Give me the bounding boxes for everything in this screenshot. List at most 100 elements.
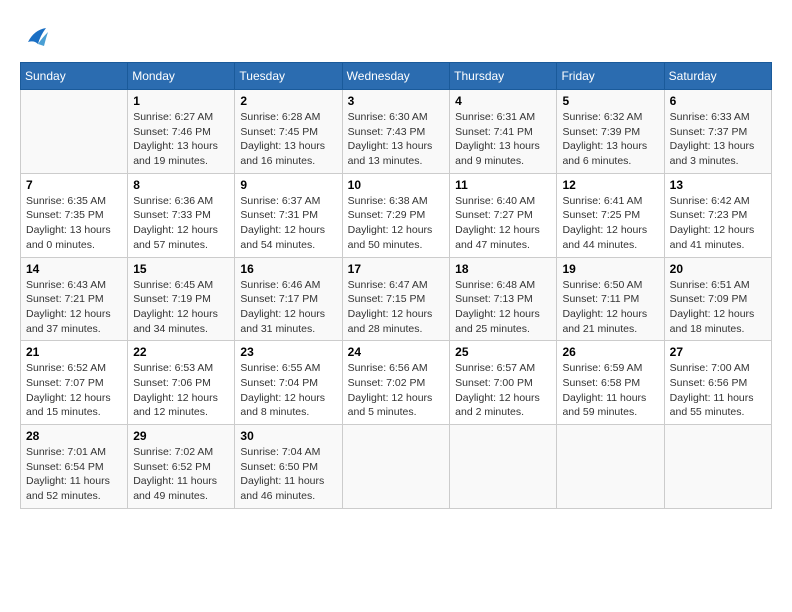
calendar-cell: 10 Sunrise: 6:38 AM Sunset: 7:29 PM Dayli… <box>342 173 449 257</box>
calendar-cell: 9 Sunrise: 6:37 AM Sunset: 7:31 PM Daylig… <box>235 173 342 257</box>
calendar-week-5: 28 Sunrise: 7:01 AM Sunset: 6:54 PM Dayli… <box>21 425 772 509</box>
calendar-cell: 12 Sunrise: 6:41 AM Sunset: 7:25 PM Dayli… <box>557 173 664 257</box>
column-header-wednesday: Wednesday <box>342 63 449 90</box>
day-number: 26 <box>562 345 658 359</box>
day-number: 21 <box>26 345 122 359</box>
day-number: 16 <box>240 262 336 276</box>
day-number: 23 <box>240 345 336 359</box>
day-number: 4 <box>455 94 551 108</box>
day-number: 13 <box>670 178 766 192</box>
day-info: Sunrise: 6:27 AM Sunset: 7:46 PM Dayligh… <box>133 110 229 169</box>
calendar-header: SundayMondayTuesdayWednesdayThursdayFrid… <box>21 63 772 90</box>
calendar-week-2: 7 Sunrise: 6:35 AM Sunset: 7:35 PM Daylig… <box>21 173 772 257</box>
calendar-cell: 17Sunrise: 6:47 AM Sunset: 7:15 PM Dayli… <box>342 257 449 341</box>
calendar-cell: 26 Sunrise: 6:59 AM Sunset: 6:58 PM Dayli… <box>557 341 664 425</box>
column-header-sunday: Sunday <box>21 63 128 90</box>
calendar-cell: 7 Sunrise: 6:35 AM Sunset: 7:35 PM Daylig… <box>21 173 128 257</box>
calendar-cell: 18 Sunrise: 6:48 AM Sunset: 7:13 PM Dayli… <box>450 257 557 341</box>
day-number: 10 <box>348 178 444 192</box>
calendar-cell: 14Sunrise: 6:43 AM Sunset: 7:21 PM Dayli… <box>21 257 128 341</box>
day-info: Sunrise: 6:50 AM Sunset: 7:11 PM Dayligh… <box>562 278 658 337</box>
day-info: Sunrise: 6:43 AM Sunset: 7:21 PM Dayligh… <box>26 278 122 337</box>
day-info: Sunrise: 6:36 AM Sunset: 7:33 PM Dayligh… <box>133 194 229 253</box>
day-info: Sunrise: 6:53 AM Sunset: 7:06 PM Dayligh… <box>133 361 229 420</box>
day-info: Sunrise: 6:42 AM Sunset: 7:23 PM Dayligh… <box>670 194 766 253</box>
calendar-cell: 29 Sunrise: 7:02 AM Sunset: 6:52 PM Dayli… <box>128 425 235 509</box>
column-header-monday: Monday <box>128 63 235 90</box>
day-info: Sunrise: 6:35 AM Sunset: 7:35 PM Dayligh… <box>26 194 122 253</box>
calendar-cell <box>450 425 557 509</box>
calendar-cell: 4 Sunrise: 6:31 AM Sunset: 7:41 PM Daylig… <box>450 90 557 174</box>
day-info: Sunrise: 6:57 AM Sunset: 7:00 PM Dayligh… <box>455 361 551 420</box>
day-number: 18 <box>455 262 551 276</box>
day-number: 17 <box>348 262 444 276</box>
day-number: 20 <box>670 262 766 276</box>
column-header-tuesday: Tuesday <box>235 63 342 90</box>
day-info: Sunrise: 6:41 AM Sunset: 7:25 PM Dayligh… <box>562 194 658 253</box>
day-number: 8 <box>133 178 229 192</box>
calendar-cell: 11Sunrise: 6:40 AM Sunset: 7:27 PM Dayli… <box>450 173 557 257</box>
calendar-cell: 19 Sunrise: 6:50 AM Sunset: 7:11 PM Dayli… <box>557 257 664 341</box>
day-number: 1 <box>133 94 229 108</box>
day-info: Sunrise: 6:33 AM Sunset: 7:37 PM Dayligh… <box>670 110 766 169</box>
calendar-cell: 23Sunrise: 6:55 AM Sunset: 7:04 PM Dayli… <box>235 341 342 425</box>
calendar-cell: 30 Sunrise: 7:04 AM Sunset: 6:50 PM Dayli… <box>235 425 342 509</box>
day-info: Sunrise: 7:04 AM Sunset: 6:50 PM Dayligh… <box>240 445 336 504</box>
calendar-week-3: 14Sunrise: 6:43 AM Sunset: 7:21 PM Dayli… <box>21 257 772 341</box>
day-info: Sunrise: 7:00 AM Sunset: 6:56 PM Dayligh… <box>670 361 766 420</box>
day-info: Sunrise: 7:02 AM Sunset: 6:52 PM Dayligh… <box>133 445 229 504</box>
calendar-cell: 25 Sunrise: 6:57 AM Sunset: 7:00 PM Dayli… <box>450 341 557 425</box>
calendar-table: SundayMondayTuesdayWednesdayThursdayFrid… <box>20 62 772 509</box>
day-info: Sunrise: 6:28 AM Sunset: 7:45 PM Dayligh… <box>240 110 336 169</box>
calendar-cell: 6 Sunrise: 6:33 AM Sunset: 7:37 PM Daylig… <box>664 90 771 174</box>
day-info: Sunrise: 6:46 AM Sunset: 7:17 PM Dayligh… <box>240 278 336 337</box>
day-number: 15 <box>133 262 229 276</box>
day-info: Sunrise: 6:59 AM Sunset: 6:58 PM Dayligh… <box>562 361 658 420</box>
calendar-cell: 24 Sunrise: 6:56 AM Sunset: 7:02 PM Dayli… <box>342 341 449 425</box>
calendar-cell: 5Sunrise: 6:32 AM Sunset: 7:39 PM Daylig… <box>557 90 664 174</box>
calendar-cell <box>664 425 771 509</box>
day-number: 9 <box>240 178 336 192</box>
calendar-cell: 21Sunrise: 6:52 AM Sunset: 7:07 PM Dayli… <box>21 341 128 425</box>
day-info: Sunrise: 6:48 AM Sunset: 7:13 PM Dayligh… <box>455 278 551 337</box>
day-number: 27 <box>670 345 766 359</box>
day-info: Sunrise: 6:31 AM Sunset: 7:41 PM Dayligh… <box>455 110 551 169</box>
day-info: Sunrise: 6:40 AM Sunset: 7:27 PM Dayligh… <box>455 194 551 253</box>
day-number: 30 <box>240 429 336 443</box>
calendar-cell: 2 Sunrise: 6:28 AM Sunset: 7:45 PM Daylig… <box>235 90 342 174</box>
day-number: 19 <box>562 262 658 276</box>
calendar-cell: 22Sunrise: 6:53 AM Sunset: 7:06 PM Dayli… <box>128 341 235 425</box>
day-number: 25 <box>455 345 551 359</box>
calendar-week-1: 1 Sunrise: 6:27 AM Sunset: 7:46 PM Daylig… <box>21 90 772 174</box>
day-number: 2 <box>240 94 336 108</box>
calendar-cell <box>342 425 449 509</box>
calendar-cell: 8 Sunrise: 6:36 AM Sunset: 7:33 PM Daylig… <box>128 173 235 257</box>
day-number: 24 <box>348 345 444 359</box>
column-header-saturday: Saturday <box>664 63 771 90</box>
day-info: Sunrise: 6:30 AM Sunset: 7:43 PM Dayligh… <box>348 110 444 169</box>
column-header-thursday: Thursday <box>450 63 557 90</box>
calendar-cell: 15Sunrise: 6:45 AM Sunset: 7:19 PM Dayli… <box>128 257 235 341</box>
day-info: Sunrise: 6:51 AM Sunset: 7:09 PM Dayligh… <box>670 278 766 337</box>
calendar-cell: 1 Sunrise: 6:27 AM Sunset: 7:46 PM Daylig… <box>128 90 235 174</box>
day-info: Sunrise: 6:38 AM Sunset: 7:29 PM Dayligh… <box>348 194 444 253</box>
day-info: Sunrise: 6:37 AM Sunset: 7:31 PM Dayligh… <box>240 194 336 253</box>
day-number: 3 <box>348 94 444 108</box>
day-number: 28 <box>26 429 122 443</box>
calendar-cell <box>557 425 664 509</box>
day-number: 12 <box>562 178 658 192</box>
day-info: Sunrise: 7:01 AM Sunset: 6:54 PM Dayligh… <box>26 445 122 504</box>
day-info: Sunrise: 6:32 AM Sunset: 7:39 PM Dayligh… <box>562 110 658 169</box>
calendar-cell: 3 Sunrise: 6:30 AM Sunset: 7:43 PM Daylig… <box>342 90 449 174</box>
calendar-week-4: 21Sunrise: 6:52 AM Sunset: 7:07 PM Dayli… <box>21 341 772 425</box>
page-header <box>20 20 772 52</box>
day-number: 7 <box>26 178 122 192</box>
calendar-cell: 13 Sunrise: 6:42 AM Sunset: 7:23 PM Dayli… <box>664 173 771 257</box>
calendar-cell: 16 Sunrise: 6:46 AM Sunset: 7:17 PM Dayli… <box>235 257 342 341</box>
day-number: 29 <box>133 429 229 443</box>
calendar-cell <box>21 90 128 174</box>
column-header-friday: Friday <box>557 63 664 90</box>
day-info: Sunrise: 6:56 AM Sunset: 7:02 PM Dayligh… <box>348 361 444 420</box>
day-number: 6 <box>670 94 766 108</box>
calendar-cell: 27 Sunrise: 7:00 AM Sunset: 6:56 PM Dayli… <box>664 341 771 425</box>
